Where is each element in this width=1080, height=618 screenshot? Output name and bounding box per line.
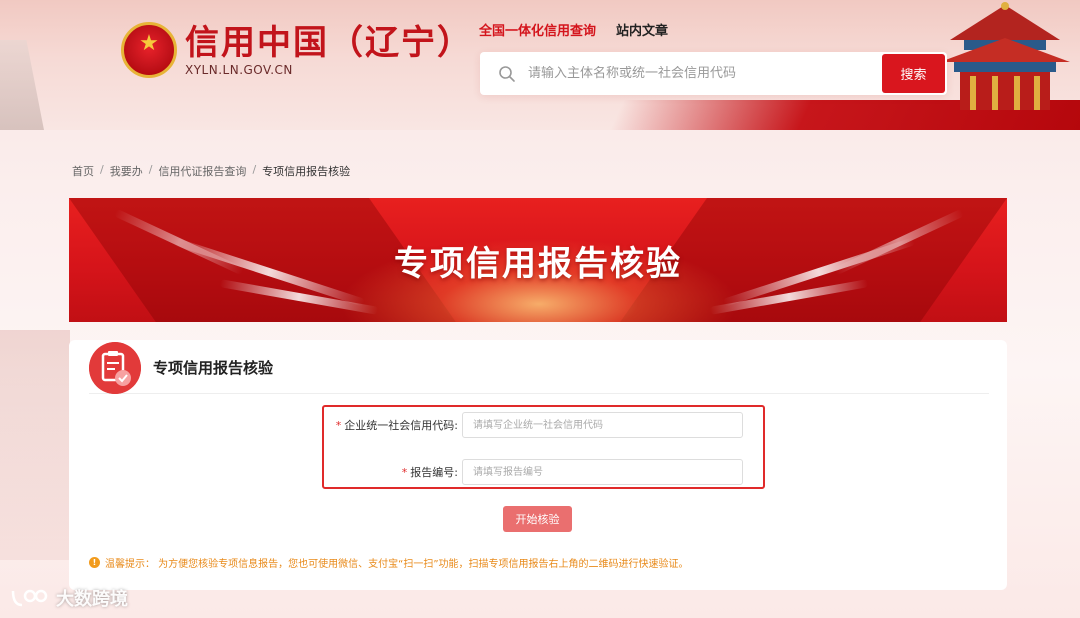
site-header: 信用中国（辽宁） XYLN.LN.GOV.CN 全国一体化信用查询 站内文章 搜…: [0, 0, 1080, 130]
start-verify-button[interactable]: 开始核验: [503, 506, 572, 532]
pavilion-illustration: [940, 2, 1070, 110]
credit-code-row: * 企业统一社会信用代码:: [324, 410, 763, 440]
breadcrumb-separator: /: [148, 163, 153, 176]
verification-card: 专项信用报告核验 *企业统一社会信用代码: *报告编号: 开始核验 ! 温馨提示…: [69, 340, 1007, 590]
top-nav: 全国一体化信用查询 站内文章: [479, 20, 688, 39]
report-number-input[interactable]: [462, 459, 743, 485]
national-emblem-icon: [121, 22, 177, 78]
search-input[interactable]: [528, 66, 882, 81]
report-number-label: * 报告编号:: [401, 466, 458, 479]
breadcrumb: 首页 / 我要办 / 信用代证报告查询 / 专项信用报告核验: [72, 163, 350, 179]
credit-code-input[interactable]: [462, 412, 743, 438]
site-domain: XYLN.LN.GOV.CN: [185, 63, 293, 77]
search-bar: 搜索: [480, 52, 947, 95]
credit-code-label: * 企业统一社会信用代码:: [335, 419, 458, 432]
breadcrumb-home[interactable]: 首页: [72, 163, 94, 179]
breadcrumb-services[interactable]: 我要办: [110, 163, 143, 179]
breadcrumb-separator: /: [252, 163, 257, 176]
report-number-row: * 报告编号:: [324, 457, 763, 487]
nav-item-articles[interactable]: 站内文章: [616, 20, 668, 39]
watermark-text: 大数跨境: [56, 589, 128, 610]
watermark-logo-icon: [11, 589, 48, 607]
info-icon: !: [89, 557, 100, 568]
breadcrumb-separator: /: [100, 163, 104, 176]
breadcrumb-report-query[interactable]: 信用代证报告查询: [158, 163, 246, 179]
required-mark: *: [335, 419, 342, 432]
nav-item-credit-query[interactable]: 全国一体化信用查询: [479, 20, 596, 39]
page-banner: 专项信用报告核验: [69, 198, 1007, 322]
site-logo[interactable]: 信用中国（辽宁） XYLN.LN.GOV.CN: [121, 22, 473, 78]
search-icon: [499, 65, 515, 82]
verification-form: *企业统一社会信用代码: *报告编号:: [322, 405, 765, 489]
background-architecture: [0, 330, 70, 560]
breadcrumb-current: 专项信用报告核验: [262, 165, 351, 178]
watermark: 大数跨境: [10, 585, 128, 611]
card-title: 专项信用报告核验: [153, 359, 274, 377]
tower-decoration: [0, 40, 44, 130]
tip-text: 温馨提示： 为方便您核验专项信息报告，您也可使用微信、支付宝“扫一扫”功能，扫描…: [105, 559, 689, 570]
banner-title: 专项信用报告核验: [394, 244, 682, 284]
search-button[interactable]: 搜索: [882, 54, 945, 93]
site-title: 信用中国（辽宁）: [185, 23, 473, 63]
required-mark: *: [401, 466, 408, 479]
report-check-icon: [89, 342, 141, 394]
card-header: 专项信用报告核验: [89, 340, 989, 394]
tip-message: ! 温馨提示： 为方便您核验专项信息报告，您也可使用微信、支付宝“扫一扫”功能，…: [89, 555, 689, 570]
